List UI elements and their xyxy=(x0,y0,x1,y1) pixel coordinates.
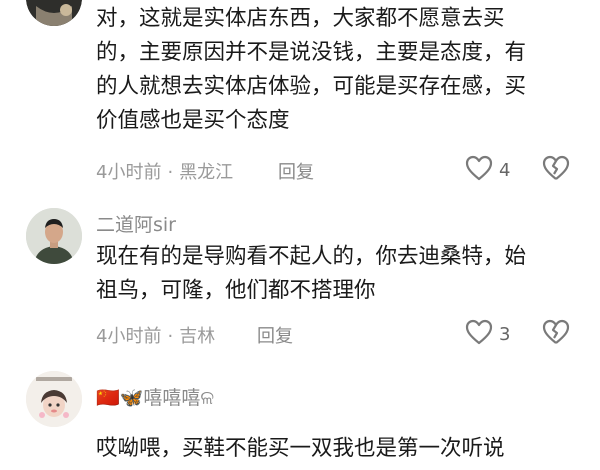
heart-outline-icon xyxy=(465,155,493,185)
broken-heart-icon xyxy=(542,155,570,185)
comment-text: 哎呦喂，买鞋不能买一双我也是第一次听说 xyxy=(96,436,505,461)
like-count: 4 xyxy=(499,159,511,181)
username[interactable]: 🇨🇳🦋嘻嘻嘻ଳ xyxy=(96,383,214,410)
avatar[interactable] xyxy=(26,371,82,427)
dislike-button[interactable] xyxy=(542,155,570,185)
heart-outline-icon xyxy=(465,319,493,349)
reply-button[interactable]: 回复 xyxy=(278,158,314,184)
comment-text: 对，这就是实体店东西，大家都不愿意去买 的，主要原因并不是说没钱，主要是态度，有… xyxy=(96,6,527,133)
timestamp: 4小时前 xyxy=(96,326,162,347)
username[interactable]: 二道阿sir xyxy=(96,210,176,237)
like-count: 3 xyxy=(499,323,511,345)
location: 吉林 xyxy=(179,326,216,347)
avatar[interactable] xyxy=(26,208,82,264)
like-button[interactable]: 3 xyxy=(465,319,510,349)
comment-meta: 4小时前 · 黑龙江 xyxy=(96,158,233,184)
like-button[interactable]: 4 xyxy=(465,155,510,185)
dislike-button[interactable] xyxy=(542,319,570,349)
comment-text: 现在有的是导购看不起人的，你去迪桑特，始 祖鸟，可隆，他们都不搭理你 xyxy=(96,244,527,303)
timestamp: 4小时前 xyxy=(96,162,162,183)
reply-button[interactable]: 回复 xyxy=(257,322,293,348)
comment-meta: 4小时前 · 吉林 xyxy=(96,322,215,348)
separator: · xyxy=(167,326,174,347)
broken-heart-icon xyxy=(542,319,570,349)
avatar[interactable] xyxy=(26,0,82,26)
location: 黑龙江 xyxy=(179,162,234,183)
separator: · xyxy=(167,162,174,183)
